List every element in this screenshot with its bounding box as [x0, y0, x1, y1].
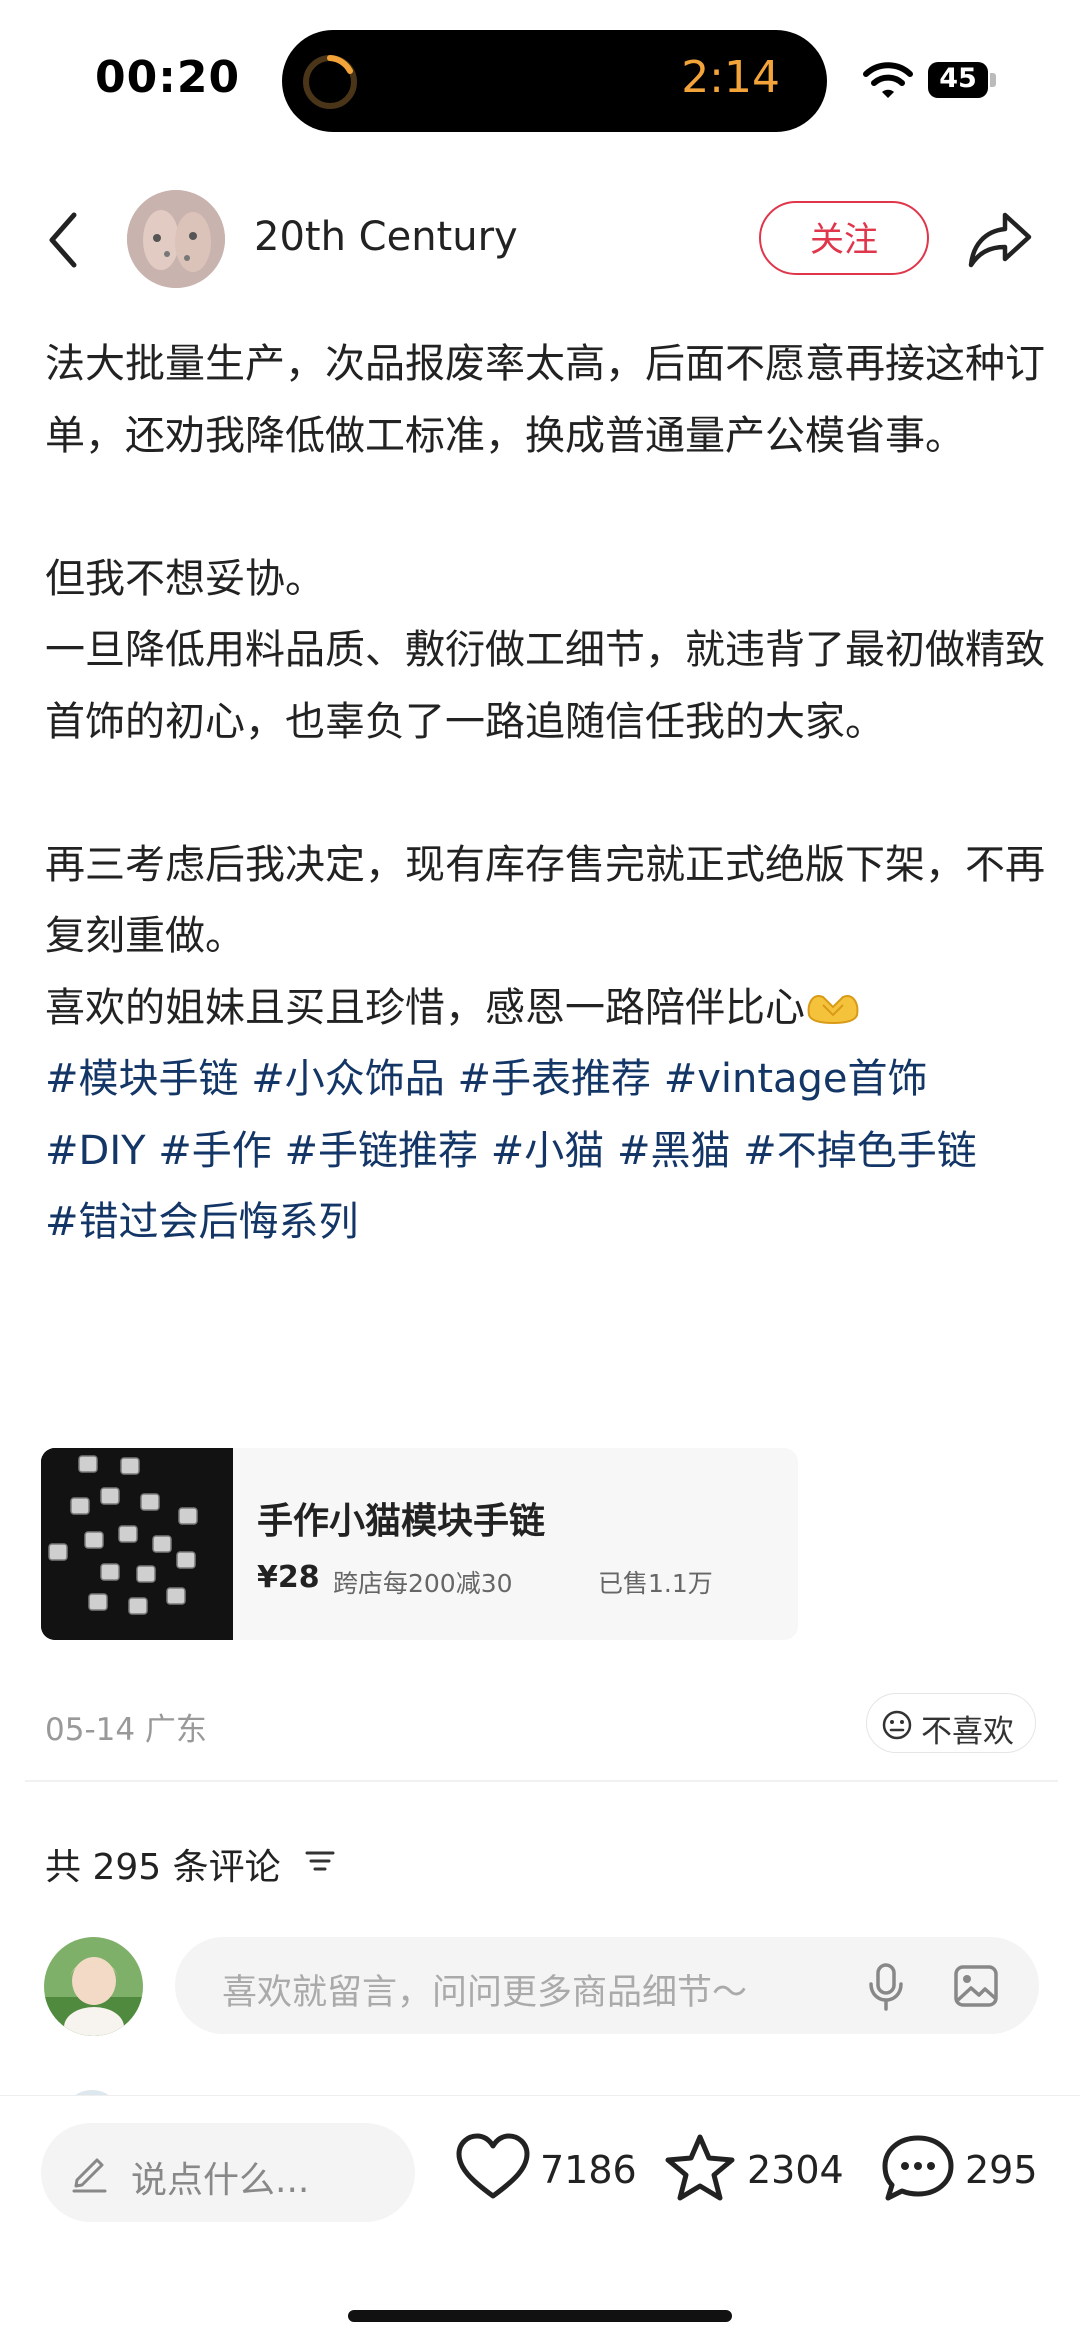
- author-name[interactable]: 20th Century: [254, 214, 518, 260]
- island-timer: 2:14: [681, 52, 780, 103]
- heart-hands-emoji-icon: [807, 994, 859, 1024]
- post-paragraph: 但我不想妥协。: [45, 555, 325, 602]
- back-arrow-icon[interactable]: [40, 205, 90, 275]
- battery-level: 45: [939, 63, 977, 94]
- microphone-icon[interactable]: [866, 1962, 906, 2012]
- divider: [25, 1780, 1058, 1782]
- status-time: 00:20: [95, 52, 241, 103]
- image-icon[interactable]: [953, 1964, 999, 2008]
- author-avatar[interactable]: [127, 190, 225, 288]
- post-date-location: 05-14 广东: [45, 1712, 207, 1748]
- post-paragraph: 一旦降低用料品质、敷衍做工细节，就违背了最初做精致首饰的初心，也辜负了一路追随信…: [45, 627, 1045, 745]
- star-icon: [665, 2134, 735, 2201]
- say-something-placeholder: 说点什么...: [131, 2160, 310, 2201]
- post-paragraph: 喜欢的姐妹且买且珍惜，感恩一路陪伴比心: [45, 984, 805, 1031]
- product-promo: 跨店每200减30: [333, 1569, 513, 1598]
- post-paragraph: 再三考虑后我决定，现有库存售完就正式绝版下架，不再复刻重做。: [45, 841, 1045, 960]
- post-content: 法大批量生产，次品报废率太高，后面不愿意再接这种订单，还劝我降低做工标准，换成普…: [45, 329, 1045, 1259]
- product-image: [41, 1448, 233, 1640]
- home-indicator[interactable]: [348, 2310, 732, 2322]
- product-price: ¥28: [257, 1560, 320, 1595]
- follow-button[interactable]: 关注: [759, 201, 929, 275]
- comment-count: 共 295 条评论: [45, 1847, 281, 1888]
- comment-input-placeholder: 喜欢就留言，问问更多商品细节～: [222, 1973, 748, 2013]
- heart-icon: [456, 2133, 530, 2199]
- pencil-icon: [72, 2158, 107, 2193]
- like-count: 7186: [540, 2148, 637, 2192]
- hashtags-line[interactable]: #模块手链 #小众饰品 #手表推荐 #vintage首饰: [45, 1044, 1045, 1116]
- favorite-count: 2304: [747, 2148, 844, 2192]
- favorite-button[interactable]: 2304: [662, 2132, 862, 2212]
- product-card[interactable]: 手作小猫模块手链 ¥28 跨店每200减30 已售1.1万: [41, 1448, 798, 1640]
- hashtags-line[interactable]: #DIY #手作 #手链推荐 #小猫 #黑猫 #不掉色手链: [45, 1116, 1045, 1188]
- say-something-input[interactable]: 说点什么...: [41, 2123, 415, 2222]
- like-button[interactable]: 7186: [455, 2132, 637, 2212]
- hashtags-line[interactable]: #错过会后悔系列: [45, 1187, 1045, 1259]
- product-sold-count: 已售1.1万: [598, 1569, 713, 1598]
- product-title: 手作小猫模块手链: [257, 1501, 546, 1542]
- comment-bubble-icon: [882, 2135, 954, 2201]
- dislike-label: 不喜欢: [921, 1714, 1014, 1750]
- timer-ring-icon: [303, 55, 357, 109]
- post-paragraph-last: 喜欢的姐妹且买且珍惜，感恩一路陪伴比心: [45, 973, 1045, 1045]
- dislike-button[interactable]: 不喜欢: [866, 1693, 1036, 1753]
- share-icon[interactable]: [965, 205, 1035, 273]
- neutral-face-icon: [882, 1710, 912, 1740]
- wifi-icon: [863, 62, 913, 98]
- post-paragraph: 法大批量生产，次品报废率太高，后面不愿意再接这种订单，还劝我降低做工标准，换成普…: [45, 341, 1045, 459]
- comment-input[interactable]: 喜欢就留言，问问更多商品细节～: [175, 1937, 1039, 2034]
- my-avatar[interactable]: [44, 1937, 143, 2036]
- battery-icon: 45: [928, 62, 998, 98]
- comment-button[interactable]: 295: [880, 2132, 1050, 2212]
- comment-count-bottom: 295: [965, 2148, 1038, 2192]
- sort-icon[interactable]: [303, 1846, 337, 1876]
- bottom-action-bar: 说点什么... 7186 2304 295: [0, 2095, 1080, 2342]
